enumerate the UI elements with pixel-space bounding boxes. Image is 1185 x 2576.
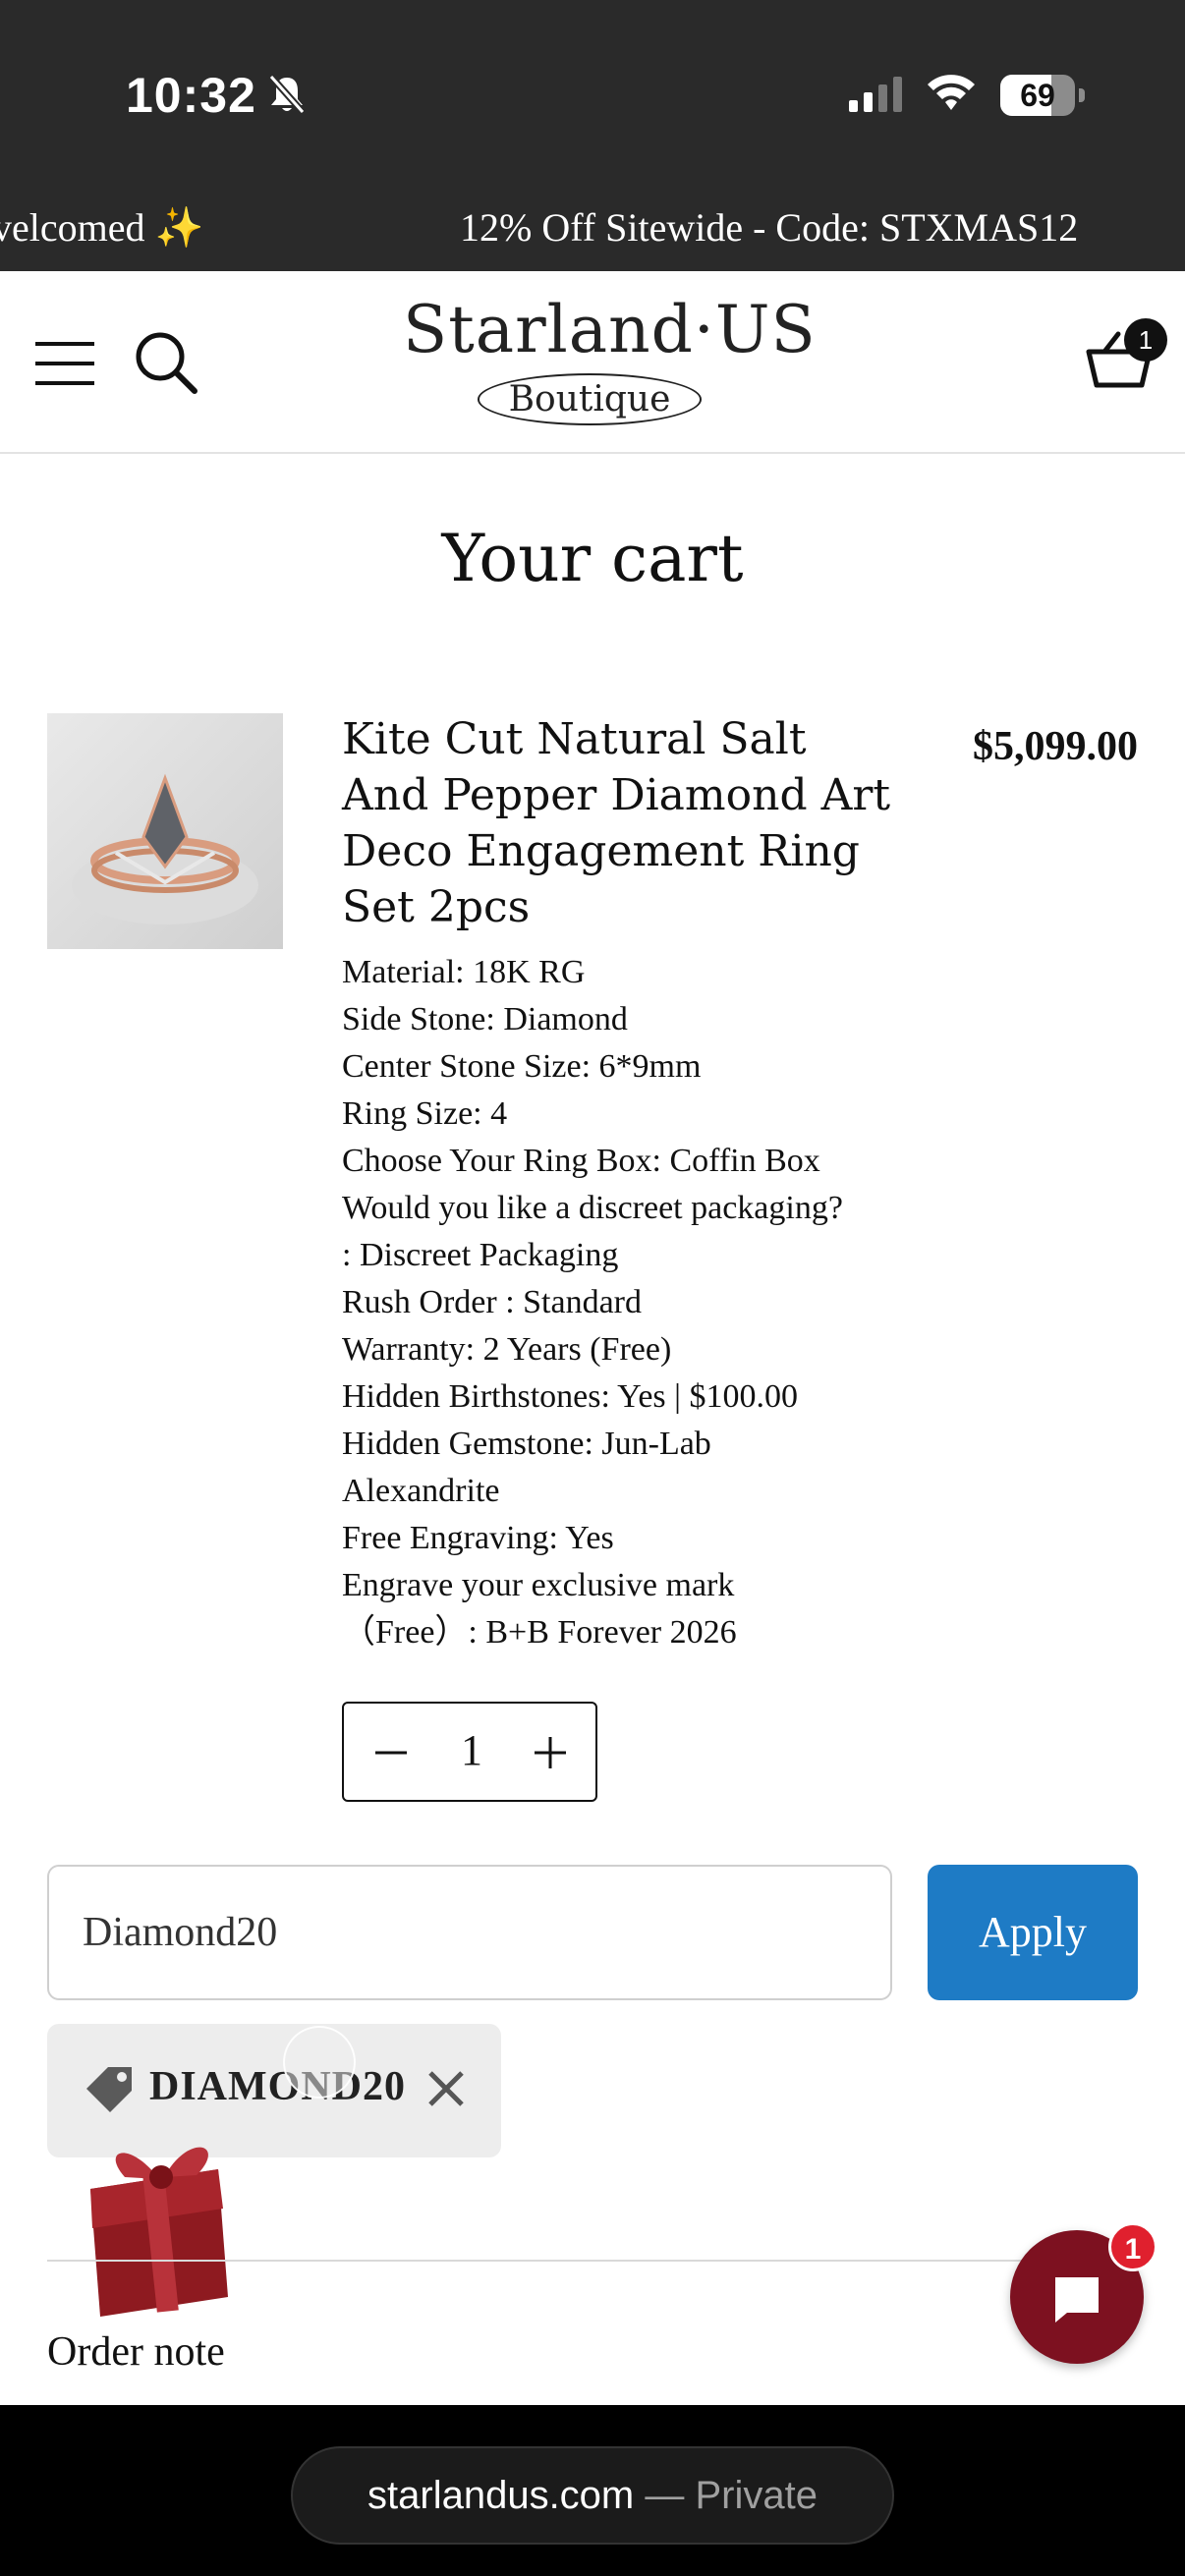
quantity-stepper: 1 <box>342 1702 597 1802</box>
option-line: （Free）: B+B Forever 2026 <box>342 1614 737 1651</box>
option-line: Rush Order : Standard <box>342 1284 643 1320</box>
status-bar: 10:32 69 <box>0 0 1185 187</box>
option-line: Material: 18K RG <box>342 954 586 990</box>
option-line: Hidden Gemstone: Jun-Lab <box>342 1426 711 1462</box>
logo-sub: Boutique <box>477 373 703 425</box>
option-line: Choose Your Ring Box: Coffin Box <box>342 1143 820 1179</box>
cart-count-badge: 1 <box>1124 318 1167 362</box>
apply-button[interactable]: Apply <box>928 1865 1138 2000</box>
page-title: Your cart <box>441 521 744 596</box>
promo-banner: velcomed ✨ 12% Off Sitewide - Code: STXM… <box>0 187 1185 271</box>
promo-text[interactable]: 12% Off Sitewide - Code: STXMAS12 <box>460 204 1078 251</box>
wifi-icon <box>924 69 979 121</box>
minus-icon[interactable] <box>371 1733 411 1772</box>
product-image[interactable] <box>47 713 283 949</box>
product-price: $5,099.00 <box>973 724 1138 769</box>
option-line: : Discreet Packaging <box>342 1237 619 1273</box>
bell-muted-icon <box>265 73 309 121</box>
plus-icon[interactable] <box>531 1733 570 1772</box>
applied-discount-code: DIAMOND20 <box>149 2064 406 2109</box>
option-line: Would you like a discreet packaging? <box>342 1190 843 1226</box>
battery-percent: 69 <box>1020 78 1055 113</box>
site-header: Starland·US Boutique 1 <box>0 271 1185 454</box>
option-line: Engrave your exclusive mark <box>342 1567 735 1603</box>
option-line: Center Stone Size: 6*9mm <box>342 1048 702 1085</box>
option-line: Warranty: 2 Years (Free) <box>342 1331 672 1368</box>
close-icon[interactable] <box>426 2069 466 2113</box>
divider <box>47 2260 1138 2262</box>
order-note-label[interactable]: Order note <box>47 2328 225 2376</box>
site-logo[interactable]: Starland·US Boutique <box>403 291 817 438</box>
address-private-label: — Private <box>634 2474 818 2517</box>
option-line: Hidden Birthstones: Yes | $100.00 <box>342 1378 798 1415</box>
address-bar[interactable]: starlandus.com — Private <box>291 2446 894 2545</box>
chat-bubble-icon <box>1049 2271 1104 2331</box>
promo-text-left: velcomed ✨ <box>0 205 204 250</box>
option-line: Ring Size: 4 <box>342 1095 508 1132</box>
cellular-signal-icon <box>847 75 906 119</box>
search-icon[interactable] <box>134 330 198 400</box>
tag-icon <box>83 2063 138 2123</box>
gift-box-icon[interactable] <box>71 2120 267 2331</box>
chat-unread-badge: 1 <box>1108 2222 1157 2271</box>
hamburger-menu-icon[interactable] <box>35 340 94 392</box>
product-options: Material: 18K RG Side Stone: Diamond Cen… <box>342 949 892 1656</box>
quantity-value[interactable]: 1 <box>442 1725 501 1775</box>
floating-close-icon[interactable] <box>283 2026 356 2099</box>
option-line: Alexandrite <box>342 1473 500 1509</box>
product-title[interactable]: Kite Cut Natural Salt And Pepper Diamond… <box>342 711 892 935</box>
battery-icon: 69 <box>1000 75 1085 116</box>
option-line: Free Engraving: Yes <box>342 1520 614 1556</box>
address-domain: starlandus.com <box>367 2474 635 2517</box>
status-time: 10:32 <box>126 68 256 123</box>
logo-name: Starland·US <box>403 292 817 367</box>
option-line: Side Stone: Diamond <box>342 1001 628 1037</box>
discount-code-input[interactable] <box>47 1865 892 2000</box>
